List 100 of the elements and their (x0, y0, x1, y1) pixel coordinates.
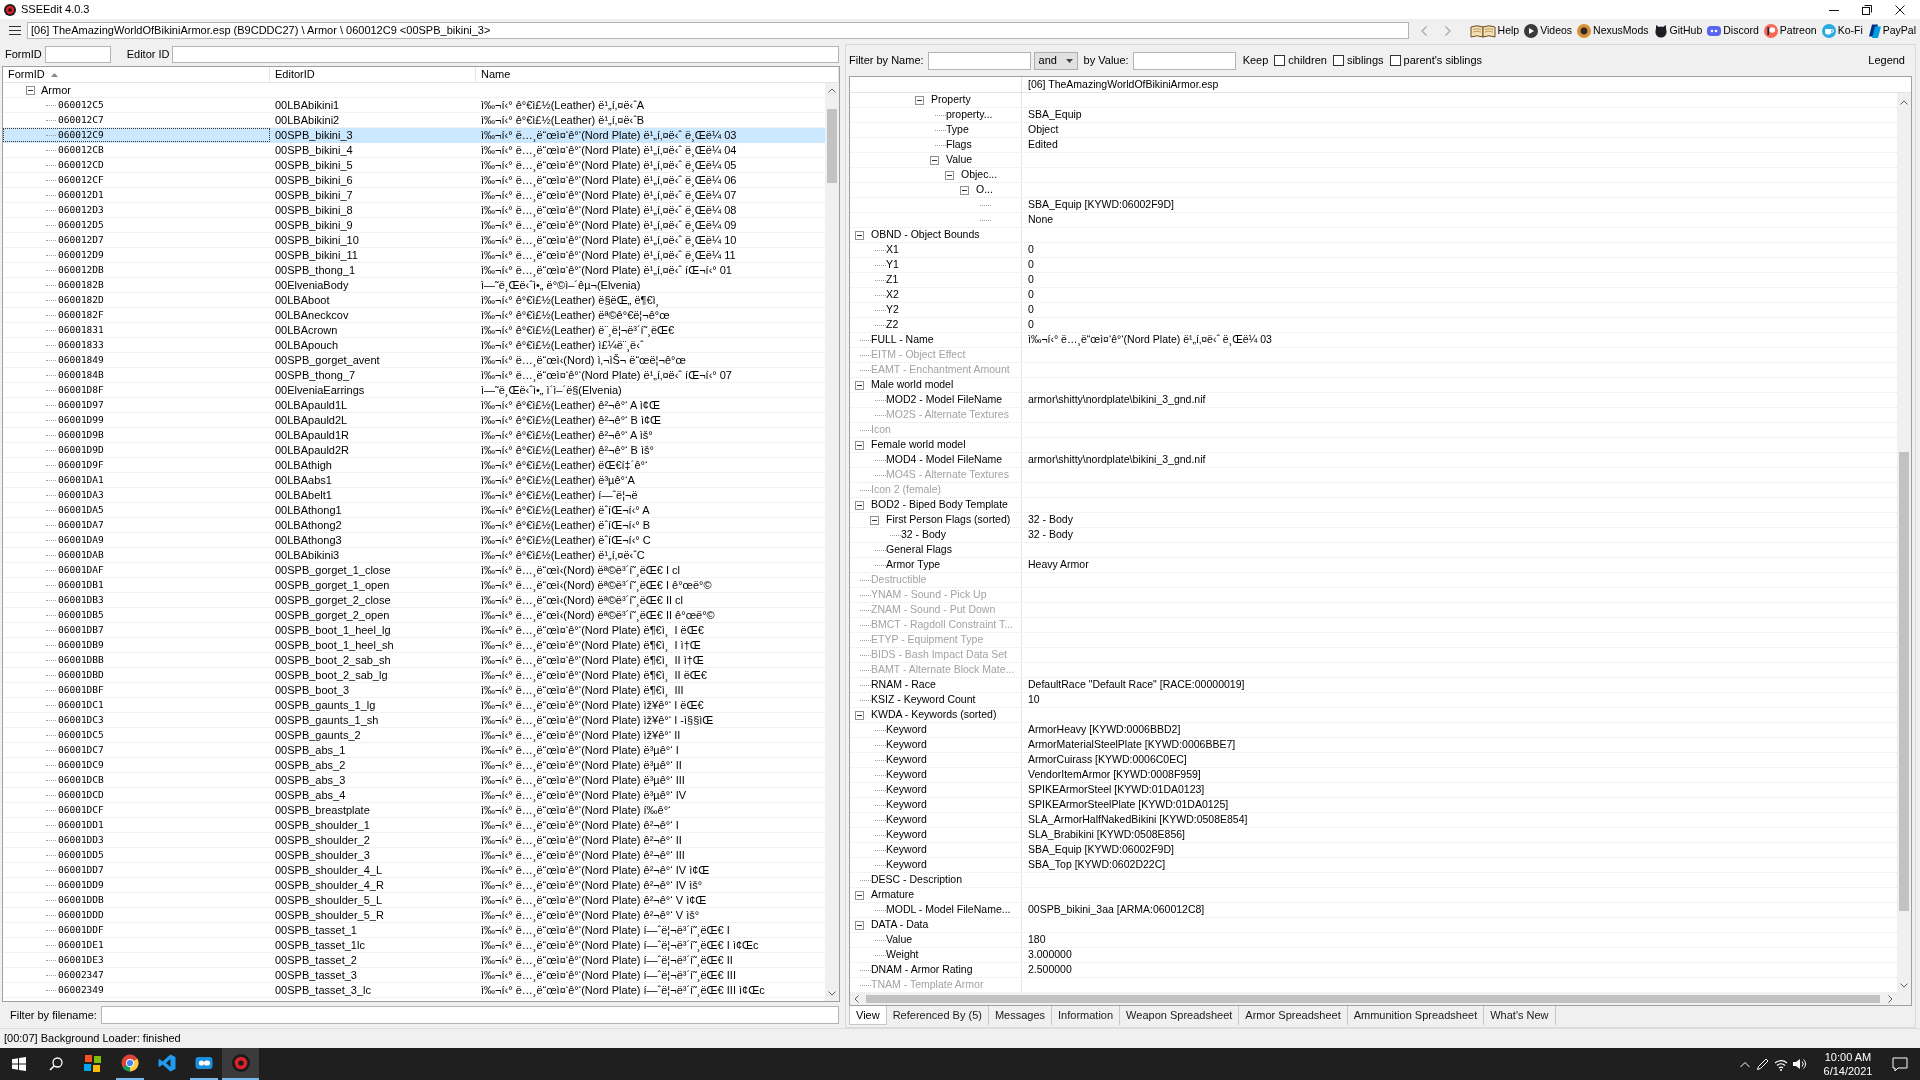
minus-box-icon[interactable] (855, 500, 864, 510)
list-row[interactable]: 060012DB 00SPB_thong_1 ì‰¬í‹° ë…¸ë“œì¤‘ê°‘(Nord Plate) ë¹„í‚¤ë‹ˆ íŒ¬í‹° 01 (3, 263, 825, 278)
list-row[interactable]: 06001DDF 00SPB_tasset_1 ì‰¬í‹° ë…¸ë“œì¤‘ê°‘(Nord Plate) í—ˆë¦¬ë³´í˜¸ëŒ€ I (3, 923, 825, 938)
form-id-field[interactable] (44, 45, 111, 63)
list-row[interactable]: 06002349 00SPB_tasset_3_lc ì‰¬í‹° ë…¸ë“œì¤‘ê°‘(Nord Plate) í—ˆë¦¬ë³´í˜¸ëŒ€ III ì¢Œc (3, 983, 825, 998)
group-label[interactable]: Armor (41, 83, 71, 99)
list-row[interactable]: 06001D9B 00LBApauld1R ì‰¬í‹° ê°€ì£½(Leather) ê²¬ê°‘ A ìš° (3, 428, 825, 443)
notification-icon[interactable] (1892, 1056, 1908, 1072)
list-row[interactable]: 06001DD5 00SPB_shoulder_3 ì‰¬í‹° ë…¸ë“œì¤‘ê°‘(Nord Plate) ê²¬ê°‘ III (3, 848, 825, 863)
search-icon[interactable] (48, 1057, 63, 1071)
color-squares-icon[interactable] (83, 1054, 102, 1072)
toolbar-link[interactable]: Help (1469, 21, 1520, 40)
list-row[interactable]: 06001DA1 00LBAabs1 ì‰¬í‹° ê°€ì£½(Leather) ë³µê°‘A (3, 473, 825, 488)
toolbar-link[interactable]: PayPal (1867, 21, 1916, 40)
tab[interactable]: Information (1052, 1006, 1121, 1025)
tab[interactable]: Ammunition Spreadsheet (1347, 1006, 1485, 1025)
chevron-right-icon[interactable] (1888, 995, 1893, 1003)
cat-head-icon[interactable] (1653, 23, 1668, 38)
column-header[interactable]: [06] TheAmazingWorldOfBikiniArmor.esp (1022, 77, 1911, 92)
toolbar-link[interactable]: GitHub (1653, 21, 1703, 40)
list-row[interactable]: 06001DA7 00LBAthong2 ì‰¬í‹° ê°€ì£½(Leather) ëˆíŒ¬í‹° B (3, 518, 825, 533)
list-row[interactable]: 060012C5 00LBAbikini1 ì‰¬í‹° ê°€ì£½(Leather) ë¹„í‚¤ë‹ˆA (3, 98, 825, 113)
tab[interactable]: View (849, 1006, 887, 1025)
list-row[interactable]: 06001DD9 00SPB_shoulder_4_R ì‰¬í‹° ë…¸ë“œì¤‘ê°‘(Nord Plate) ê²¬ê°‘ IV ìš° (3, 878, 825, 893)
column-header[interactable]: FormID (3, 67, 270, 82)
scrollbar[interactable] (1897, 93, 1911, 993)
list-row[interactable]: 06001DB1 00SPB_gorget_1_open ì‰¬í‹° ë…¸ë“œì‹(Nord) ëª©ë³´í˜¸ëŒ€ I ê°œë°© (3, 578, 825, 593)
minus-box-icon[interactable] (855, 890, 864, 900)
list-row[interactable]: 060012CB 00SPB_bikini_4 ì‰¬í‹° ë…¸ë“œì¤‘ê°‘(Nord Plate) ë¹„í‚¤ë‹ˆ ë¸Œë¼ 04 (3, 143, 825, 158)
list-row[interactable]: 06001DC7 00SPB_abs_1 ì‰¬í‹° ë…¸ë“œì¤‘ê°‘(Nord Plate) ë³µê°‘ I (3, 743, 825, 758)
list-row[interactable]: 06002347 00SPB_tasset_3 ì‰¬í‹° ë…¸ë“œì¤‘ê°‘(Nord Plate) í—ˆë¦¬ë³´í˜¸ëŒ€ III (3, 968, 825, 983)
list-row[interactable]: 060012CD 00SPB_bikini_5 ì‰¬í‹° ë…¸ë“œì¤‘ê°‘(Nord Plate) ë¹„í‚¤ë‹ˆ ë¸Œë¼ 05 (3, 158, 825, 173)
tab[interactable]: What's New (1484, 1006, 1556, 1025)
minus-box-icon[interactable] (930, 155, 939, 165)
name-filter-field[interactable] (927, 51, 1031, 70)
list-row[interactable]: 060012D7 00SPB_bikini_10 ì‰¬í‹° ë…¸ë“œì¤‘ê°‘(Nord Plate) ë¹„í‚¤ë‹ˆ ë¸Œë¼ 10 (3, 233, 825, 248)
list-row[interactable]: 06001DCD 00SPB_abs_4 ì‰¬í‹° ë…¸ë“œì¤‘ê°‘(Nord Plate) ë³µê°‘ IV (3, 788, 825, 803)
list-row[interactable]: 06001DA3 00LBAbelt1 ì‰¬í‹° ê°€ì£½(Leather) í—ˆë¦¬ë (3, 488, 825, 503)
minus-box-icon[interactable] (870, 515, 879, 525)
list-row[interactable]: 06001DA9 00LBAthong3 ì‰¬í‹° ê°€ì£½(Leather) ëˆíŒ¬í‹° C (3, 533, 825, 548)
caret-down-icon[interactable] (1065, 58, 1073, 63)
parallelograms-icon[interactable] (1867, 23, 1881, 38)
toolbar-link[interactable]: Ko-Fi (1821, 21, 1863, 40)
toolbar-link[interactable]: Discord (1707, 21, 1759, 40)
minus-box-icon[interactable] (855, 710, 864, 720)
scrollbar-thumb[interactable] (866, 995, 1880, 1003)
chevron-down-icon[interactable] (1900, 983, 1908, 988)
list-row[interactable]: 0600182B 00ElveniaBody ì—˜ë¸Œë‹ˆì•„ ë°©ì–´êµ¬(Elvenia) (3, 278, 825, 293)
list-row[interactable]: 06001DBF 00SPB_boot_3 ì‰¬í‹° ë…¸ë“œì¤‘ê°‘(Nord Plate) ë¶€ì¸ III (3, 683, 825, 698)
list-row[interactable]: 060012C9 00SPB_bikini_3 ì‰¬í‹° ë…¸ë“œì¤‘ê°‘(Nord Plate) ë¹„í‚¤ë‹ˆ ë¸Œë¼ 03 (3, 128, 825, 143)
chevron-left-icon[interactable] (854, 995, 859, 1003)
legend-button[interactable]: Legend (1868, 52, 1905, 69)
list-row[interactable]: 06001DC5 00SPB_gaunts_2 ì‰¬í‹° ë…¸ë“œì¤‘ê°‘(Nord Plate) ìž¥ê°‘ II (3, 728, 825, 743)
list-row[interactable]: 060012D9 00SPB_bikini_11 ì‰¬í‹° ë…¸ë“œì¤‘ê°‘(Nord Plate) ë¹„í‚¤ë‹ˆ ë¸Œë¼ 11 (3, 248, 825, 263)
tricolor-circle-icon[interactable] (120, 1054, 139, 1072)
tab[interactable]: Armor Spreadsheet (1239, 1006, 1348, 1025)
list-row[interactable]: 06001DDB 00SPB_shoulder_5_L ì‰¬í‹° ë…¸ë“œì¤‘ê°‘(Nord Plate) ê²¬ê°‘ V ì¢Œ (3, 893, 825, 908)
dot-circle-icon[interactable] (1763, 23, 1778, 38)
minus-box-icon[interactable] (945, 170, 954, 180)
list-row[interactable]: 0600182F 00LBAneckcov ì‰¬í‹° ê°€ì£½(Leather) ëª©ê°€ë¦¬ê°œ (3, 308, 825, 323)
list-row[interactable]: 0600182D 00LBAboot ì‰¬í‹° ê°€ì£½(Leather) ë§ëŒ„ ë¶€ì¸ (3, 293, 825, 308)
list-row[interactable]: 06001833 00LBApouch ì‰¬í‹° ê°€ì£½(Leather) ì£¼ë¨¸ë‹ˆ (3, 338, 825, 353)
list-row[interactable]: 06001DC1 00SPB_gaunts_1_lg ì‰¬í‹° ë…¸ë“œì¤‘ê°‘(Nord Plate) ìž¥ê°‘ I ëŒ€ (3, 698, 825, 713)
minus-box-icon[interactable] (855, 440, 864, 450)
list-row[interactable]: 060012D5 00SPB_bikini_9 ì‰¬í‹° ë…¸ë“œì¤‘ê°‘(Nord Plate) ë¹„í‚¤ë‹ˆ ë¸Œë¼ 09 (3, 218, 825, 233)
rounded-badge-icon[interactable] (194, 1054, 213, 1072)
volume-icon[interactable] (1792, 1057, 1806, 1071)
toolbar-link[interactable]: Videos (1524, 21, 1573, 40)
chevron-down-icon[interactable] (828, 991, 836, 996)
face-badge-icon[interactable] (1707, 23, 1722, 38)
open-book-icon[interactable] (1469, 23, 1496, 38)
ring-icon[interactable] (1577, 23, 1592, 38)
list-row[interactable]: 06001D8F 00ElveniaEarrings ì—˜ë¸Œë‹ˆì•„ ì´ì–´ë§(Elvenia) (3, 383, 825, 398)
close-icon[interactable] (1894, 4, 1905, 15)
chevron-up-icon[interactable] (828, 88, 836, 93)
list-row[interactable]: 06001D9F 00LBAthigh ì‰¬í‹° ê°€ì£½(Leather) ëŒ€í‡´ê°‘ (3, 458, 825, 473)
filename-filter-field[interactable] (100, 1006, 839, 1024)
list-row[interactable]: 06001DC3 00SPB_gaunts_1_sh ì‰¬í‹° ë…¸ë“œì¤‘ê°‘(Nord Plate) ìž¥ê°‘ I -ì§§ìŒ (3, 713, 825, 728)
path-field[interactable]: [06] TheAmazingWorldOfBikiniArmor.esp (B9CDDC27) \ Armor \ 060012C9 <00SPB_bikini_3> (27, 22, 1409, 39)
tab[interactable]: Weapon Spreadsheet (1120, 1006, 1240, 1025)
restore-icon[interactable] (1861, 4, 1872, 15)
list-row[interactable]: 060012D3 00SPB_bikini_8 ì‰¬í‹° ë…¸ë“œì¤‘ê°‘(Nord Plate) ë¹„í‚¤ë‹ˆ ë¸Œë¼ 08 (3, 203, 825, 218)
play-circle-icon[interactable] (1524, 23, 1539, 38)
scrollbar-thumb[interactable] (1899, 452, 1909, 911)
taskbar-button[interactable] (222, 1048, 259, 1080)
list-row[interactable]: 06001DBD 00SPB_boot_2_sab_lg ì‰¬í‹° ë…¸ë“œì¤‘ê°‘(Nord Plate) ë¶€ì¸ II ëŒ€ (3, 668, 825, 683)
list-row[interactable]: 06001DE3 00SPB_tasset_2 ì‰¬í‹° ë…¸ë“œì¤‘ê°‘(Nord Plate) í—ˆë¦¬ë³´í˜¸ëŒ€ II (3, 953, 825, 968)
list-row[interactable]: 06001DAB 00LBAbikini3 ì‰¬í‹° ê°€ì£½(Leather) ë¹„í‚¤ë‹ˆC (3, 548, 825, 563)
checkbox-label[interactable]: parent's siblings (1403, 52, 1483, 69)
value-filter-field[interactable] (1132, 51, 1236, 70)
minus-box-icon[interactable] (26, 85, 35, 95)
windows-logo-icon[interactable] (11, 1057, 26, 1071)
list-row[interactable]: 06001DB7 00SPB_boot_1_heel_lg ì‰¬í‹° ë…¸ë“œì¤‘ê°‘(Nord Plate) ë¶€ì¸ I ëŒ€ (3, 623, 825, 638)
minus-box-icon[interactable] (855, 920, 864, 930)
list-row[interactable]: 06001DBB 00SPB_boot_2_sab_sh ì‰¬í‹° ë…¸ë“œì¤‘ê°‘(Nord Plate) ë¶€ì¸ II ì†Œ (3, 653, 825, 668)
column-header[interactable]: EditorID (270, 67, 476, 82)
checkbox-label[interactable]: children (1288, 52, 1327, 69)
minus-box-icon[interactable] (960, 185, 969, 195)
list-row[interactable]: 06001D99 00LBApauld2L ì‰¬í‹° ê°€ì£½(Leather) ê²¬ê°‘ B ì¢Œ (3, 413, 825, 428)
clock-button[interactable]: 10:00 AM 6/14/2021 (1818, 1048, 1878, 1080)
